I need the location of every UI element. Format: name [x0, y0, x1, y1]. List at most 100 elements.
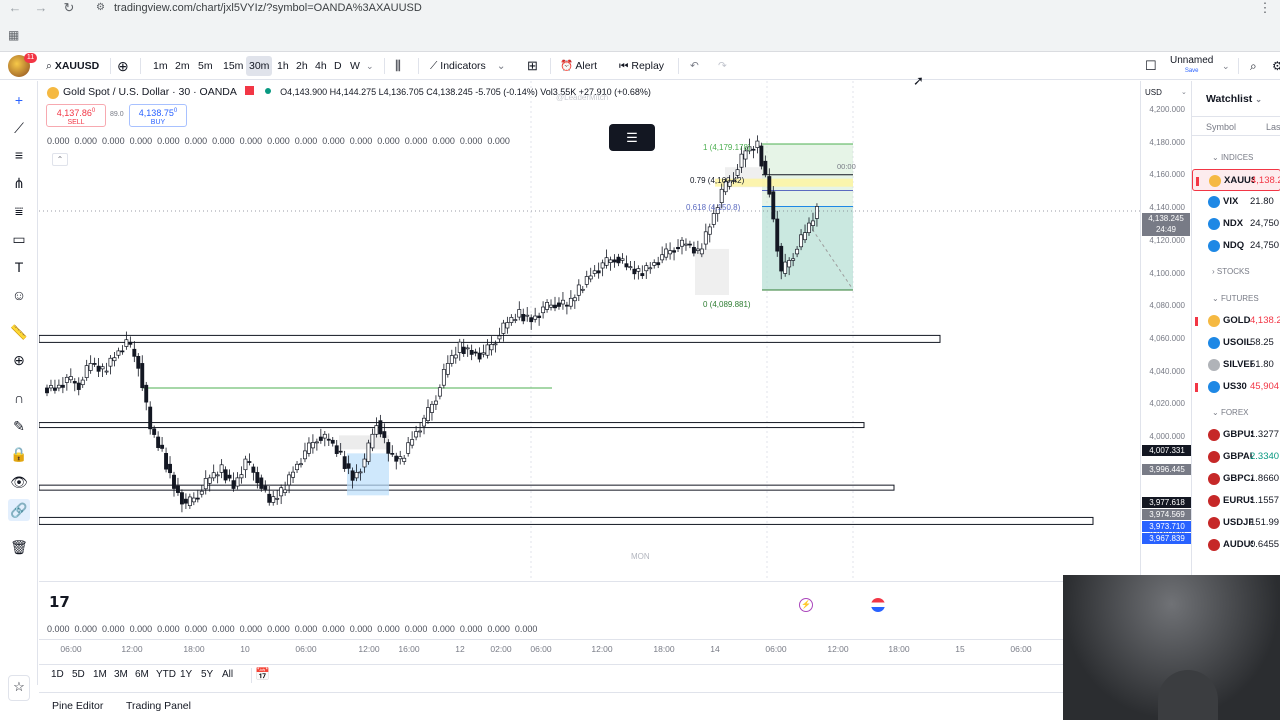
- pitchfork-icon[interactable]: ⋔: [8, 172, 30, 194]
- currency-label[interactable]: USD: [1145, 88, 1162, 97]
- market-closed-flag: [245, 86, 255, 95]
- watchlist-row-gbpusd[interactable]: GBPUSD1.3277: [1192, 424, 1280, 446]
- candle-up: [735, 169, 740, 176]
- watchlist-row-usoil[interactable]: USOIL 58.25: [1192, 332, 1280, 354]
- section-futures[interactable]: ⌄ FUTURES: [1212, 294, 1259, 303]
- chart-area[interactable]: MON Gold Spot / U.S. Dollar · 30 · OANDA…: [39, 81, 1191, 685]
- pine-editor-tab[interactable]: Pine Editor: [52, 700, 103, 712]
- candle-down: [251, 466, 256, 473]
- trash-icon[interactable]: 🗑: [8, 536, 30, 558]
- candles-chart-type-icon[interactable]: ⫼: [395, 52, 401, 80]
- interval-button-W[interactable]: W: [347, 56, 363, 76]
- floating-toolbar-menu-icon[interactable]: ☰: [609, 124, 655, 151]
- lightning-event-icon[interactable]: ⚡: [799, 598, 813, 612]
- section-indices[interactable]: ⌄ INDICES: [1212, 153, 1253, 162]
- interval-button-30m[interactable]: 30m: [246, 56, 273, 76]
- redo-icon[interactable]: ↷: [718, 52, 727, 80]
- apps-grid-icon[interactable]: ▦: [8, 29, 20, 41]
- sell-button[interactable]: 4,137.860 SELL: [46, 104, 106, 127]
- watchlist-row-ndx[interactable]: NDX 24,750: [1192, 213, 1280, 235]
- price-axis[interactable]: USD ⌄ 4,200.000 4,180.000 4,160.000 4,140.0…: [1140, 81, 1191, 581]
- ruler-icon[interactable]: 📏: [8, 321, 30, 343]
- calendar-goto-icon[interactable]: 📅: [255, 667, 270, 681]
- fib-tools-icon[interactable]: ⩸: [8, 200, 30, 222]
- timeframe-1y[interactable]: 1Y: [180, 669, 192, 680]
- settings-icon[interactable]: ⚙: [1272, 52, 1280, 80]
- section-stocks[interactable]: › STOCKS: [1212, 267, 1250, 276]
- interval-button-15m[interactable]: 15m: [220, 56, 246, 76]
- lock-icon[interactable]: 🔒: [8, 443, 30, 465]
- reload-icon[interactable]: ↻: [58, 0, 80, 16]
- compare-add-icon[interactable]: ⊕: [117, 52, 129, 80]
- layout-square-icon[interactable]: ☐: [1145, 52, 1157, 80]
- interval-button-D[interactable]: D: [331, 56, 345, 76]
- symbol-search[interactable]: ⌕ XAUUSD: [46, 52, 99, 80]
- address-bar[interactable]: ⚙ tradingview.com/chart/jxl5VYIz/?symbol…: [88, 0, 1248, 16]
- price-tick-label: 4,180.000: [1149, 137, 1185, 147]
- indicators-button[interactable]: ⟋ Indicators ⌄: [430, 52, 506, 80]
- timeframe-5d[interactable]: 5D: [72, 669, 85, 680]
- emoji-icon[interactable]: ☺: [8, 284, 30, 306]
- link-icon[interactable]: 🔗: [8, 499, 30, 521]
- timeframe-ytd[interactable]: YTD: [156, 669, 176, 680]
- chevron-down-icon[interactable]: ⌄: [1222, 52, 1230, 80]
- us-economic-event-icon[interactable]: [871, 598, 885, 612]
- watchlist-row-vix[interactable]: VIX 21.80: [1192, 191, 1280, 213]
- pencil-lock-icon[interactable]: ✎: [8, 415, 30, 437]
- watchlist-row-us30[interactable]: US30 45,904: [1192, 376, 1280, 398]
- watchlist-row-eurusd[interactable]: EURUSD1.1557: [1192, 490, 1280, 512]
- buy-button[interactable]: 4,138.750 BUY: [129, 104, 187, 127]
- quick-search-icon[interactable]: ⌕: [1250, 52, 1257, 80]
- forward-icon[interactable]: →: [30, 0, 52, 16]
- au-flag-icon: [1208, 539, 1220, 551]
- watchlist-row-ndq[interactable]: NDQ 24,750: [1192, 235, 1280, 257]
- back-icon[interactable]: ←: [4, 0, 26, 16]
- magnet-icon[interactable]: ∩: [8, 387, 30, 409]
- watchlist-row-gbpaud[interactable]: GBPAUD2.3340: [1192, 446, 1280, 468]
- watchlist-row-silver[interactable]: SILVER51.80: [1192, 354, 1280, 376]
- timeframe-6m[interactable]: 6M: [135, 669, 149, 680]
- eye-icon[interactable]: 👁: [8, 471, 30, 493]
- undo-icon[interactable]: ↶: [690, 52, 699, 80]
- text-tool-icon[interactable]: T: [8, 256, 30, 278]
- watchlist-row-audusd[interactable]: AUDUSD0.6455: [1192, 534, 1280, 556]
- horizontal-lines-icon[interactable]: ≡: [8, 144, 30, 166]
- watchlist-row-gbpcad[interactable]: GBPCAD1.8660: [1192, 468, 1280, 490]
- browser-menu-icon[interactable]: ⋮: [1254, 0, 1276, 16]
- tradingview-logo[interactable]: 𝟭𝟳: [49, 593, 70, 611]
- interval-button-2h[interactable]: 2h: [293, 56, 311, 76]
- trading-panel-tab[interactable]: Trading Panel: [126, 700, 191, 712]
- alert-button[interactable]: ⏰ Alert: [560, 52, 597, 80]
- time-axis[interactable]: 06:00 12:00 18:00 10 06:00 12:00 16:00 12 02:00 0…: [39, 639, 1063, 659]
- site-info-icon[interactable]: ⚙: [96, 0, 105, 16]
- shapes-icon[interactable]: ▭: [8, 228, 30, 250]
- symbol-column-header[interactable]: Symbol: [1206, 117, 1236, 137]
- interval-button-2m[interactable]: 2m: [172, 56, 193, 76]
- timeframe-1d[interactable]: 1D: [51, 669, 64, 680]
- zoom-in-icon[interactable]: ⊕: [8, 349, 30, 371]
- interval-button-5m[interactable]: 5m: [195, 56, 216, 76]
- watchlist-row-usdjpy[interactable]: USDJPY151.99: [1192, 512, 1280, 534]
- trend-line-icon[interactable]: ⟋: [8, 117, 30, 139]
- chevron-down-icon[interactable]: ⌄: [1181, 88, 1187, 96]
- templates-icon[interactable]: ⊞: [527, 52, 538, 80]
- watchlist-row-xauusd[interactable]: XAUUSD4,138.2: [1192, 169, 1280, 191]
- interval-button-1m[interactable]: 1m: [150, 56, 171, 76]
- timeframe-3m[interactable]: 3M: [114, 669, 128, 680]
- timeframe-1m[interactable]: 1M: [93, 669, 107, 680]
- watchlist-row-gold[interactable]: GOLD 4,138.2: [1192, 310, 1280, 332]
- interval-button-4h[interactable]: 4h: [312, 56, 330, 76]
- chevron-down-icon[interactable]: ⌄: [366, 52, 374, 80]
- watchlist-title[interactable]: Watchlist ⌄: [1206, 93, 1262, 105]
- interval-button-1h[interactable]: 1h: [274, 56, 292, 76]
- section-forex[interactable]: ⌄ FOREX: [1212, 408, 1249, 417]
- timeframe-5y[interactable]: 5Y: [201, 669, 213, 680]
- layout-name-button[interactable]: Unnamed Save: [1170, 55, 1213, 77]
- star-icon[interactable]: ☆: [8, 675, 30, 701]
- collapse-legend-icon[interactable]: ⌃: [52, 153, 68, 166]
- replay-button[interactable]: ⏮ Replay: [619, 52, 664, 80]
- last-column-header[interactable]: Last: [1266, 117, 1280, 137]
- timeframe-all[interactable]: All: [222, 669, 233, 680]
- crosshair-icon[interactable]: +: [8, 89, 30, 111]
- price-tick-label: 4,040.000: [1149, 366, 1185, 376]
